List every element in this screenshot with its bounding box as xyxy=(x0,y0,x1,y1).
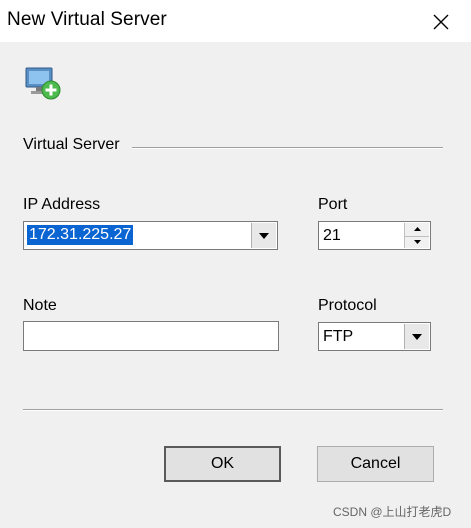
title-bar: New Virtual Server xyxy=(0,0,471,42)
protocol-dropdown-button[interactable] xyxy=(404,324,429,349)
chevron-up-icon xyxy=(413,227,421,232)
footer-divider xyxy=(23,409,443,411)
cancel-button[interactable]: Cancel xyxy=(317,446,434,482)
protocol-value[interactable]: FTP xyxy=(323,328,353,346)
ok-button[interactable]: OK xyxy=(164,446,281,482)
ip-address-dropdown-button[interactable] xyxy=(251,223,276,248)
protocol-label: Protocol xyxy=(318,297,377,314)
protocol-select[interactable]: FTP xyxy=(318,322,431,351)
ip-address-value[interactable]: 172.31.225.27 xyxy=(27,225,134,245)
note-input[interactable] xyxy=(23,321,279,351)
dropdown-arrow-icon xyxy=(412,333,422,340)
port-stepper[interactable]: 21 xyxy=(318,221,431,250)
port-spin-buttons[interactable] xyxy=(404,223,429,248)
port-label: Port xyxy=(318,196,348,213)
port-value[interactable]: 21 xyxy=(323,227,341,245)
ip-address-label: IP Address xyxy=(23,196,101,213)
close-button[interactable] xyxy=(426,8,456,36)
window-title: New Virtual Server xyxy=(7,9,167,30)
chevron-down-icon xyxy=(413,239,421,244)
close-icon xyxy=(433,14,449,30)
dropdown-arrow-icon xyxy=(259,232,269,239)
section-divider xyxy=(132,147,443,149)
section-label: Virtual Server xyxy=(23,136,120,153)
port-decrement-button[interactable] xyxy=(405,236,429,249)
virtual-server-add-icon xyxy=(25,67,61,100)
watermark-text: CSDN @上山打老虎D xyxy=(333,505,452,519)
ip-address-combobox[interactable]: 172.31.225.27 xyxy=(23,221,278,250)
note-label: Note xyxy=(23,297,57,314)
port-increment-button[interactable] xyxy=(405,223,429,237)
